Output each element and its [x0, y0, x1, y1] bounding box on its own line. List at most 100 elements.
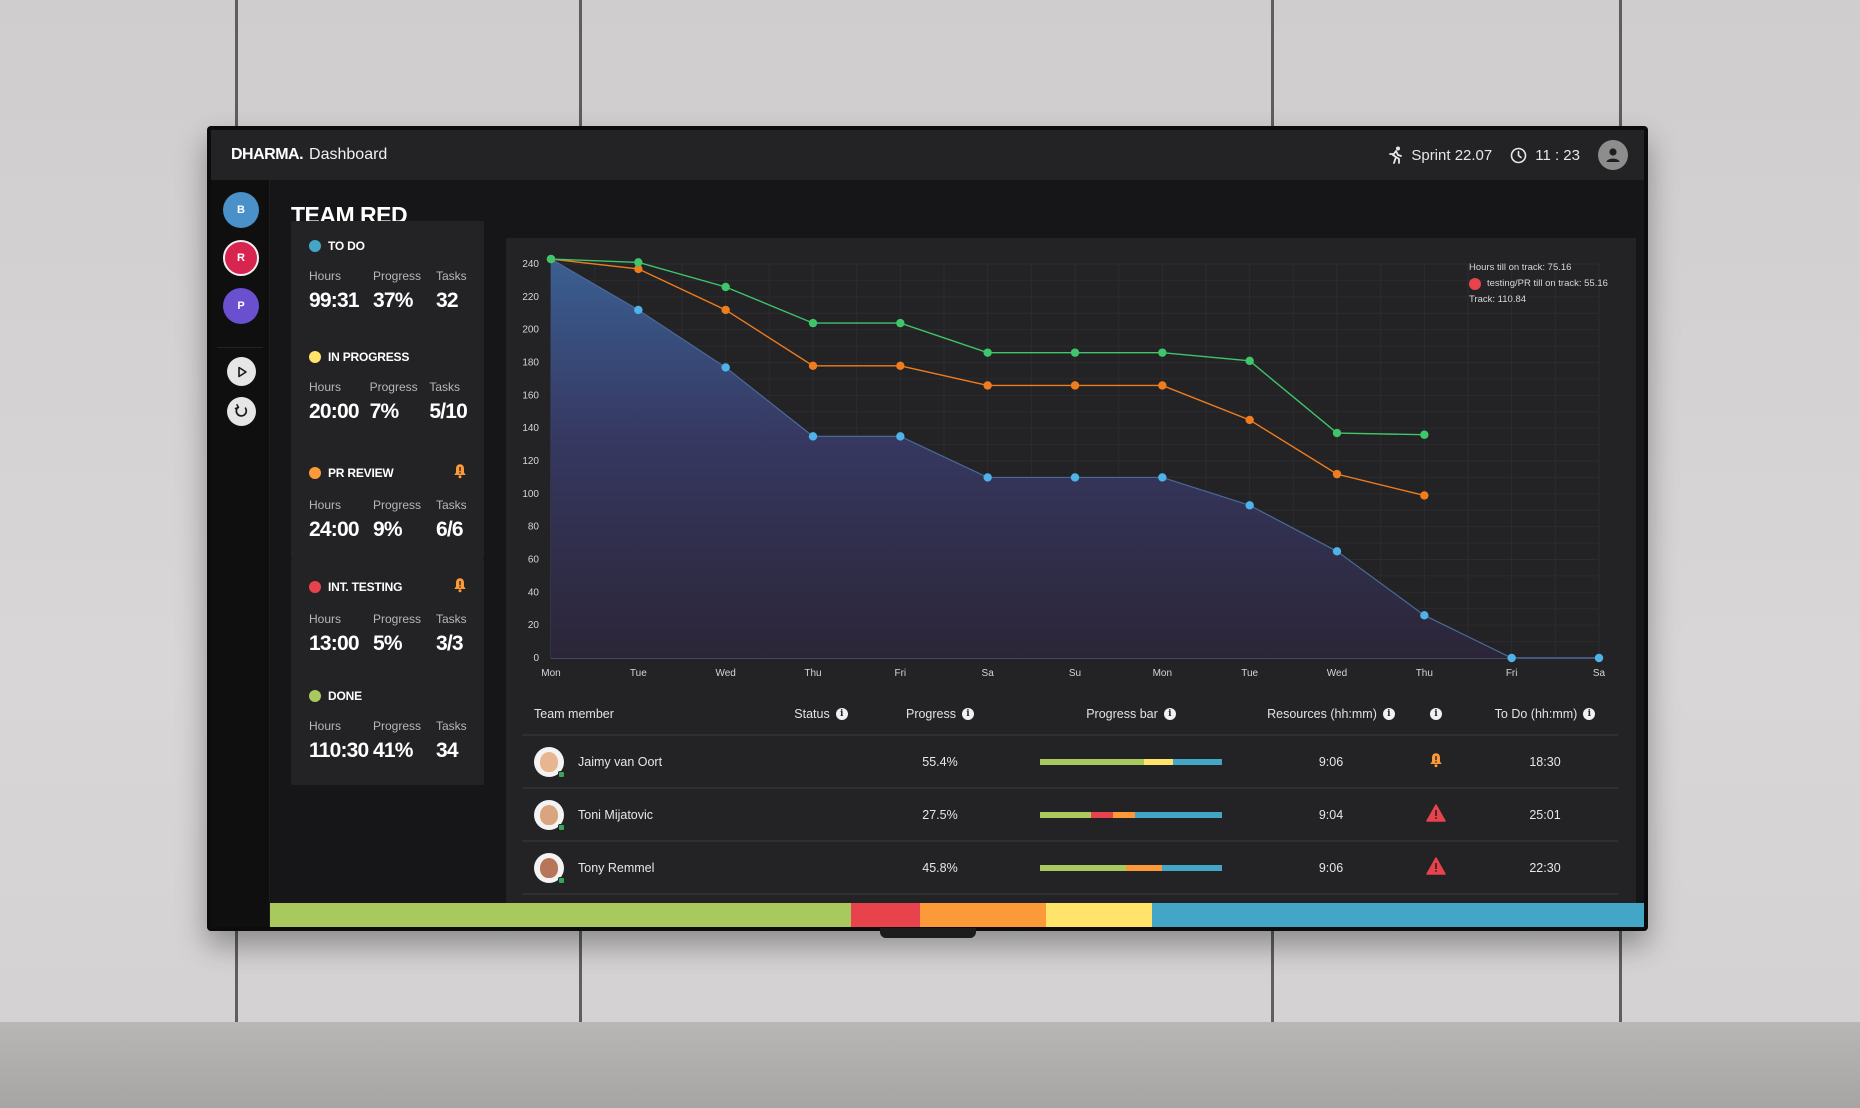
y-tick-label: 0: [533, 653, 539, 664]
info-icon[interactable]: i: [1382, 707, 1395, 720]
data-point-hours: [1332, 428, 1342, 438]
data-point-testing-pr: [983, 381, 992, 390]
member-progress: 55.4%: [922, 754, 958, 769]
x-tick-label: Tue: [1241, 668, 1258, 679]
legend-hours-till-on-track: Hours till on track: 75.16: [1469, 262, 1572, 273]
header-progress-bar: Progress bar: [1086, 706, 1158, 721]
overall-progress-bar: [270, 903, 1644, 927]
progress-bar-segment: [1040, 758, 1144, 765]
y-tick-label: 180: [522, 358, 539, 369]
progress-bar-segment: [1112, 811, 1135, 818]
hours-label: Hours: [309, 380, 342, 394]
team-switch-b[interactable]: B: [223, 192, 259, 228]
data-point-testing-pr: [808, 361, 818, 370]
info-icon[interactable]: i: [1163, 707, 1176, 720]
legend-testing-pr: testing/PR till on track: 55.16: [1487, 278, 1608, 289]
data-point-remaining-area: [1507, 653, 1516, 663]
data-point-remaining-area: [808, 432, 818, 441]
status-card-int-testing[interactable]: INT. TESTING Hours 13:00 Progress 5% Tasks 3/3: [291, 559, 484, 673]
hours-label: Hours: [309, 719, 342, 733]
x-tick-label: Sa: [982, 668, 995, 679]
data-point-hours: [1420, 430, 1429, 439]
status-card-done[interactable]: DONE Hours 110:30 Progress 41% Tasks 34: [291, 671, 484, 785]
hours-label: Hours: [309, 498, 342, 512]
clock-display: 11 : 23: [1510, 147, 1580, 164]
card-title: IN PROGRESS: [328, 350, 410, 364]
info-icon[interactable]: i: [835, 707, 848, 720]
x-tick-label: Su: [1069, 668, 1081, 679]
data-point-hours: [1245, 356, 1254, 366]
progress-bar-segment: [1040, 864, 1126, 871]
y-tick-label: 20: [528, 620, 540, 631]
progress-bar-segment: [1090, 811, 1113, 818]
progress-label: Progress: [373, 269, 422, 283]
data-point-testing-pr: [1158, 381, 1167, 390]
hours-label: Hours: [309, 612, 342, 626]
team-switch-r[interactable]: R: [223, 240, 259, 276]
overall-bar-segment-to-do: [1152, 903, 1644, 927]
status-card-to-do[interactable]: TO DO Hours 99:31 Progress 37% Tasks 32: [291, 221, 484, 335]
data-point-hours: [1158, 348, 1167, 357]
hours-value: 24:00: [309, 518, 360, 541]
progress-value: 5%: [373, 632, 403, 655]
data-point-remaining-area: [634, 305, 643, 315]
dashboard-screen: DHARMA. Dashboard Sprint 22.07 11 : 23 B…: [211, 130, 1644, 927]
progress-value: 9%: [373, 518, 403, 541]
header-todo: To Do (hh:mm): [1494, 706, 1578, 721]
y-tick-label: 140: [522, 423, 539, 434]
tasks-value: 34: [436, 739, 459, 762]
member-resources: 9:06: [1318, 754, 1344, 769]
progress-bar-segment: [1134, 811, 1222, 818]
status-dot: [309, 690, 321, 702]
tasks-value: 32: [436, 289, 459, 312]
table-row[interactable]: Tony Remmel 45.8% 9:06 22:30: [522, 842, 1618, 895]
x-tick-label: Mon: [541, 668, 560, 679]
data-point-testing-pr: [1245, 415, 1254, 425]
user-avatar-button[interactable]: [1598, 140, 1628, 170]
header-resources: Resources (hh:mm): [1267, 706, 1377, 721]
team-switch-p[interactable]: P: [223, 288, 259, 324]
y-tick-label: 40: [528, 587, 540, 598]
data-point-testing-pr: [1070, 381, 1080, 390]
member-name: Jaimy van Oort: [578, 754, 663, 769]
legend-alert-dot: [1469, 278, 1481, 290]
data-point-remaining-area: [721, 363, 730, 372]
status-dot: [309, 466, 321, 479]
tasks-value: 3/3: [436, 632, 464, 655]
data-point-remaining-area: [1070, 473, 1080, 482]
member-progress-bar: [1040, 811, 1222, 818]
hours-value: 110:30: [309, 739, 369, 762]
progress-bar-segment: [1125, 864, 1162, 871]
member-progress-bar: [1040, 758, 1222, 765]
floor: [0, 1022, 1860, 1108]
data-point-remaining-area: [1332, 547, 1342, 556]
play-button[interactable]: [227, 357, 256, 386]
status-card-pr-review[interactable]: PR REVIEW Hours 24:00 Progress 9% Tasks 6/6: [291, 445, 484, 559]
y-tick-label: 80: [528, 522, 540, 533]
info-icon[interactable]: i: [1430, 707, 1442, 720]
card-title: TO DO: [328, 239, 365, 253]
header-team-member: Team member: [534, 706, 614, 721]
sprint-indicator[interactable]: Sprint 22.07: [1389, 146, 1492, 164]
x-tick-label: Mon: [1153, 668, 1172, 679]
table-row[interactable]: Jaimy van Oort 55.4% 9:06 18:30: [522, 736, 1618, 789]
status-dot: [309, 240, 321, 252]
clock-icon: [1510, 147, 1527, 163]
play-icon: [237, 366, 247, 377]
y-tick-label: 160: [522, 390, 539, 401]
table-row[interactable]: Toni Mijatovic 27.5% 9:04 25:01: [522, 789, 1618, 842]
refresh-button[interactable]: [227, 397, 256, 426]
data-point-hours: [808, 318, 818, 328]
data-point-hours: [721, 282, 730, 292]
tasks-label: Tasks: [436, 269, 467, 283]
tasks-value: 6/6: [436, 518, 464, 541]
info-icon[interactable]: i: [1583, 707, 1596, 720]
data-point-remaining-area: [1420, 611, 1429, 620]
overall-bar-segment-int-testing: [851, 903, 920, 927]
x-tick-label: Thu: [804, 668, 821, 679]
info-icon[interactable]: i: [962, 707, 975, 720]
x-tick-label: Sa: [1593, 668, 1606, 679]
data-point-remaining-area: [1158, 473, 1167, 482]
status-card-in-progress[interactable]: IN PROGRESS Hours 20:00 Progress 7% Tasks 5/10: [291, 332, 484, 446]
data-point-hours: [983, 348, 992, 357]
